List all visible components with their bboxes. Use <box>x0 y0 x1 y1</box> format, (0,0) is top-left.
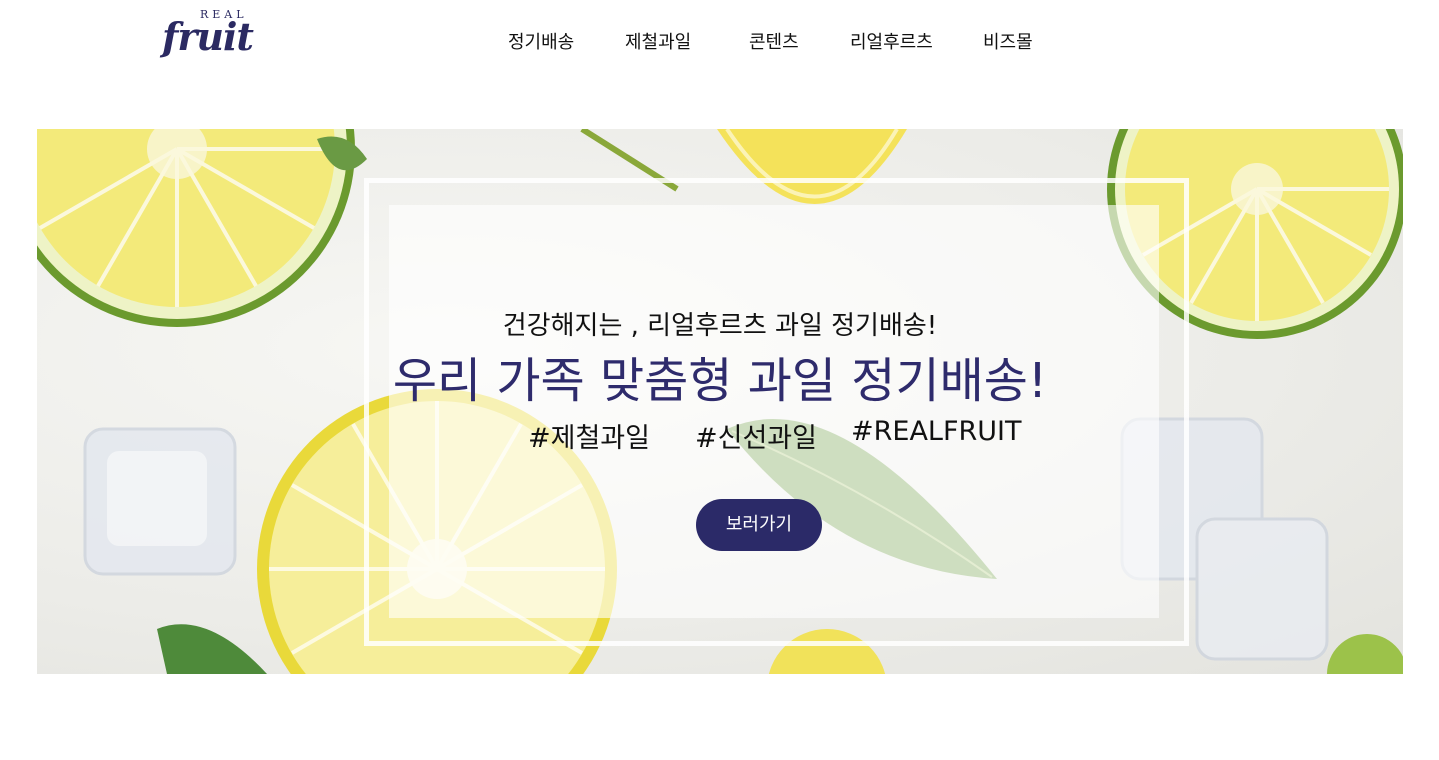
hero-text-panel <box>389 205 1159 618</box>
hero-headline: 우리 가족 맞춤형 과일 정기배송! <box>392 353 1048 409</box>
nav-item-contents[interactable]: 콘텐츠 <box>749 28 799 54</box>
hero-tags: #제철과일 #신선과일 #REALFRUIT <box>37 416 1403 454</box>
tag-fresh-fruit: #신선과일 <box>695 423 817 454</box>
lime-slice-top-left <box>37 129 355 327</box>
main-nav: 정기배송 제철과일 콘텐츠 리얼후르츠 비즈몰 <box>0 28 1439 54</box>
view-more-button[interactable]: 보러가기 <box>696 499 822 551</box>
hero-banner: 건강해지는 , 리얼후르츠 과일 정기배송! 우리 가족 맞춤형 과일 정기배송… <box>37 129 1403 674</box>
nav-item-realfruits[interactable]: 리얼후르츠 <box>850 28 933 54</box>
hero-subheadline: 건강해지는 , 리얼후르츠 과일 정기배송! <box>502 311 938 341</box>
tag-seasonal-fruit: #제철과일 <box>528 423 650 454</box>
tag-realfruit: #REALFRUIT <box>851 416 1022 447</box>
nav-item-seasonal-fruit[interactable]: 제철과일 <box>625 28 691 54</box>
nav-item-subscription[interactable]: 정기배송 <box>508 28 574 54</box>
nav-item-bizmall[interactable]: 비즈몰 <box>983 28 1033 54</box>
